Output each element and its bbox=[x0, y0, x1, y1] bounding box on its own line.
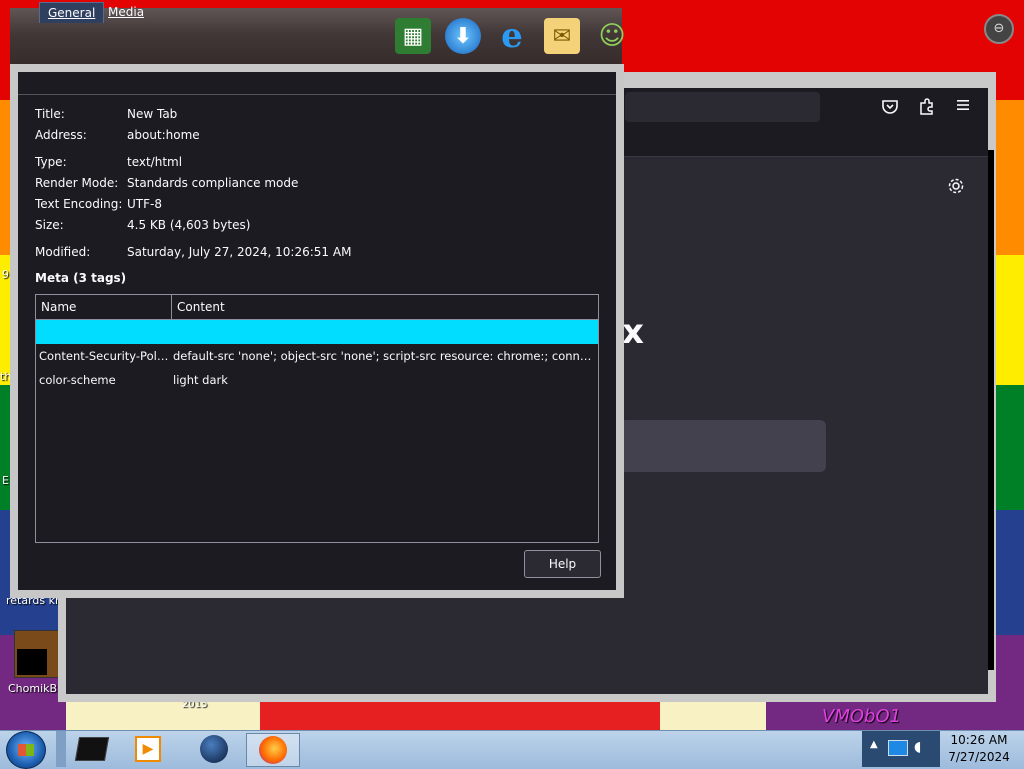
clock-date[interactable]: 7/27/2024 bbox=[944, 750, 1014, 764]
firefox-window-edge bbox=[988, 150, 994, 670]
windows-logo-icon bbox=[18, 744, 34, 756]
dialog-tab-bar bbox=[18, 72, 616, 95]
clock-time[interactable]: 10:26 AM bbox=[944, 733, 1014, 747]
render-mode-label: Render Mode: bbox=[35, 176, 119, 190]
meta-table-header: Name Content bbox=[36, 295, 598, 320]
title-label: Title: bbox=[35, 107, 65, 121]
taskbar-divider bbox=[56, 731, 66, 767]
text-encoding-label: Text Encoding: bbox=[35, 197, 123, 211]
top-right-circle-icon[interactable]: ⊖ bbox=[984, 14, 1014, 44]
size-value: 4.5 KB (4,603 bytes) bbox=[127, 218, 251, 232]
pocket-icon[interactable] bbox=[880, 97, 900, 117]
internet-explorer-icon[interactable]: e bbox=[494, 16, 530, 56]
wallpaper-text: VMObO1 bbox=[822, 706, 902, 727]
modified-value: Saturday, July 27, 2024, 10:26:51 AM bbox=[127, 245, 352, 259]
network-icon[interactable] bbox=[888, 740, 908, 756]
render-mode-value: Standards compliance mode bbox=[127, 176, 299, 190]
address-label: Address: bbox=[35, 128, 87, 142]
black-box-icon bbox=[74, 737, 110, 761]
taskbar-media-player[interactable]: ▶ bbox=[122, 733, 174, 765]
extensions-icon[interactable] bbox=[917, 97, 937, 117]
meta-heading: Meta (3 tags) bbox=[35, 271, 127, 285]
modified-label: Modified: bbox=[35, 245, 91, 259]
title-value: New Tab bbox=[127, 107, 178, 121]
hamburger-menu-icon[interactable] bbox=[953, 97, 973, 117]
firefox-home-search-box[interactable] bbox=[620, 420, 826, 472]
table-row[interactable]: color-scheme light dark bbox=[36, 368, 598, 392]
taskbar-firefox[interactable] bbox=[246, 733, 300, 767]
meta-name-cell bbox=[39, 320, 167, 344]
desktop-edge-text: E bbox=[2, 474, 9, 487]
messenger-people-icon[interactable]: ☺ bbox=[594, 18, 630, 54]
firefox-icon bbox=[259, 736, 287, 764]
firefox-url-bar[interactable] bbox=[625, 92, 820, 122]
tray-expand-icon[interactable]: ▲ bbox=[870, 739, 878, 750]
settings-gear-icon[interactable] bbox=[946, 177, 966, 197]
meta-content-cell: light dark bbox=[173, 373, 228, 387]
tab-media[interactable]: Media bbox=[100, 2, 152, 22]
media-player-icon: ▶ bbox=[135, 736, 161, 762]
table-row[interactable]: Content-Security-Polic... default-src 'n… bbox=[36, 344, 598, 368]
meta-tags-table[interactable]: Name Content Content-Security-Polic... d… bbox=[35, 294, 599, 543]
globe-download-icon[interactable]: ⬇ bbox=[445, 18, 481, 54]
meta-content-cell: default-src 'none'; object-src 'none'; s… bbox=[173, 349, 593, 363]
help-button[interactable]: Help bbox=[524, 550, 601, 578]
desktop-edge-text: 9 bbox=[2, 268, 9, 281]
table-row[interactable] bbox=[36, 320, 598, 344]
meta-content-cell bbox=[173, 320, 593, 344]
mail-envelope-icon[interactable]: ✉ bbox=[544, 18, 580, 54]
type-value: text/html bbox=[127, 155, 183, 169]
desktop-icon-label[interactable]: ChomikB bbox=[8, 682, 57, 695]
volume-icon[interactable]: ◖ bbox=[914, 739, 921, 755]
tab-general[interactable]: General bbox=[39, 2, 105, 23]
globe-icon bbox=[200, 735, 228, 763]
system-tray: ▲ ◖ bbox=[862, 731, 940, 767]
meta-name-cell: Content-Security-Polic... bbox=[39, 349, 169, 363]
address-value: about:home bbox=[127, 128, 200, 142]
spreadsheet-app-icon[interactable]: ▦ bbox=[395, 18, 431, 54]
size-label: Size: bbox=[35, 218, 64, 232]
text-encoding-value: UTF-8 bbox=[127, 197, 162, 211]
taskbar-globe-app[interactable] bbox=[188, 733, 240, 765]
column-header-content[interactable]: Content bbox=[171, 295, 598, 319]
firefox-logo-text-fragment: x bbox=[622, 312, 644, 352]
meta-name-cell: color-scheme bbox=[39, 373, 116, 387]
chomik-desktop-icon[interactable] bbox=[14, 630, 60, 678]
column-header-name[interactable]: Name bbox=[36, 295, 171, 319]
taskbar-black-box-app[interactable] bbox=[66, 733, 118, 765]
type-label: Type: bbox=[35, 155, 67, 169]
